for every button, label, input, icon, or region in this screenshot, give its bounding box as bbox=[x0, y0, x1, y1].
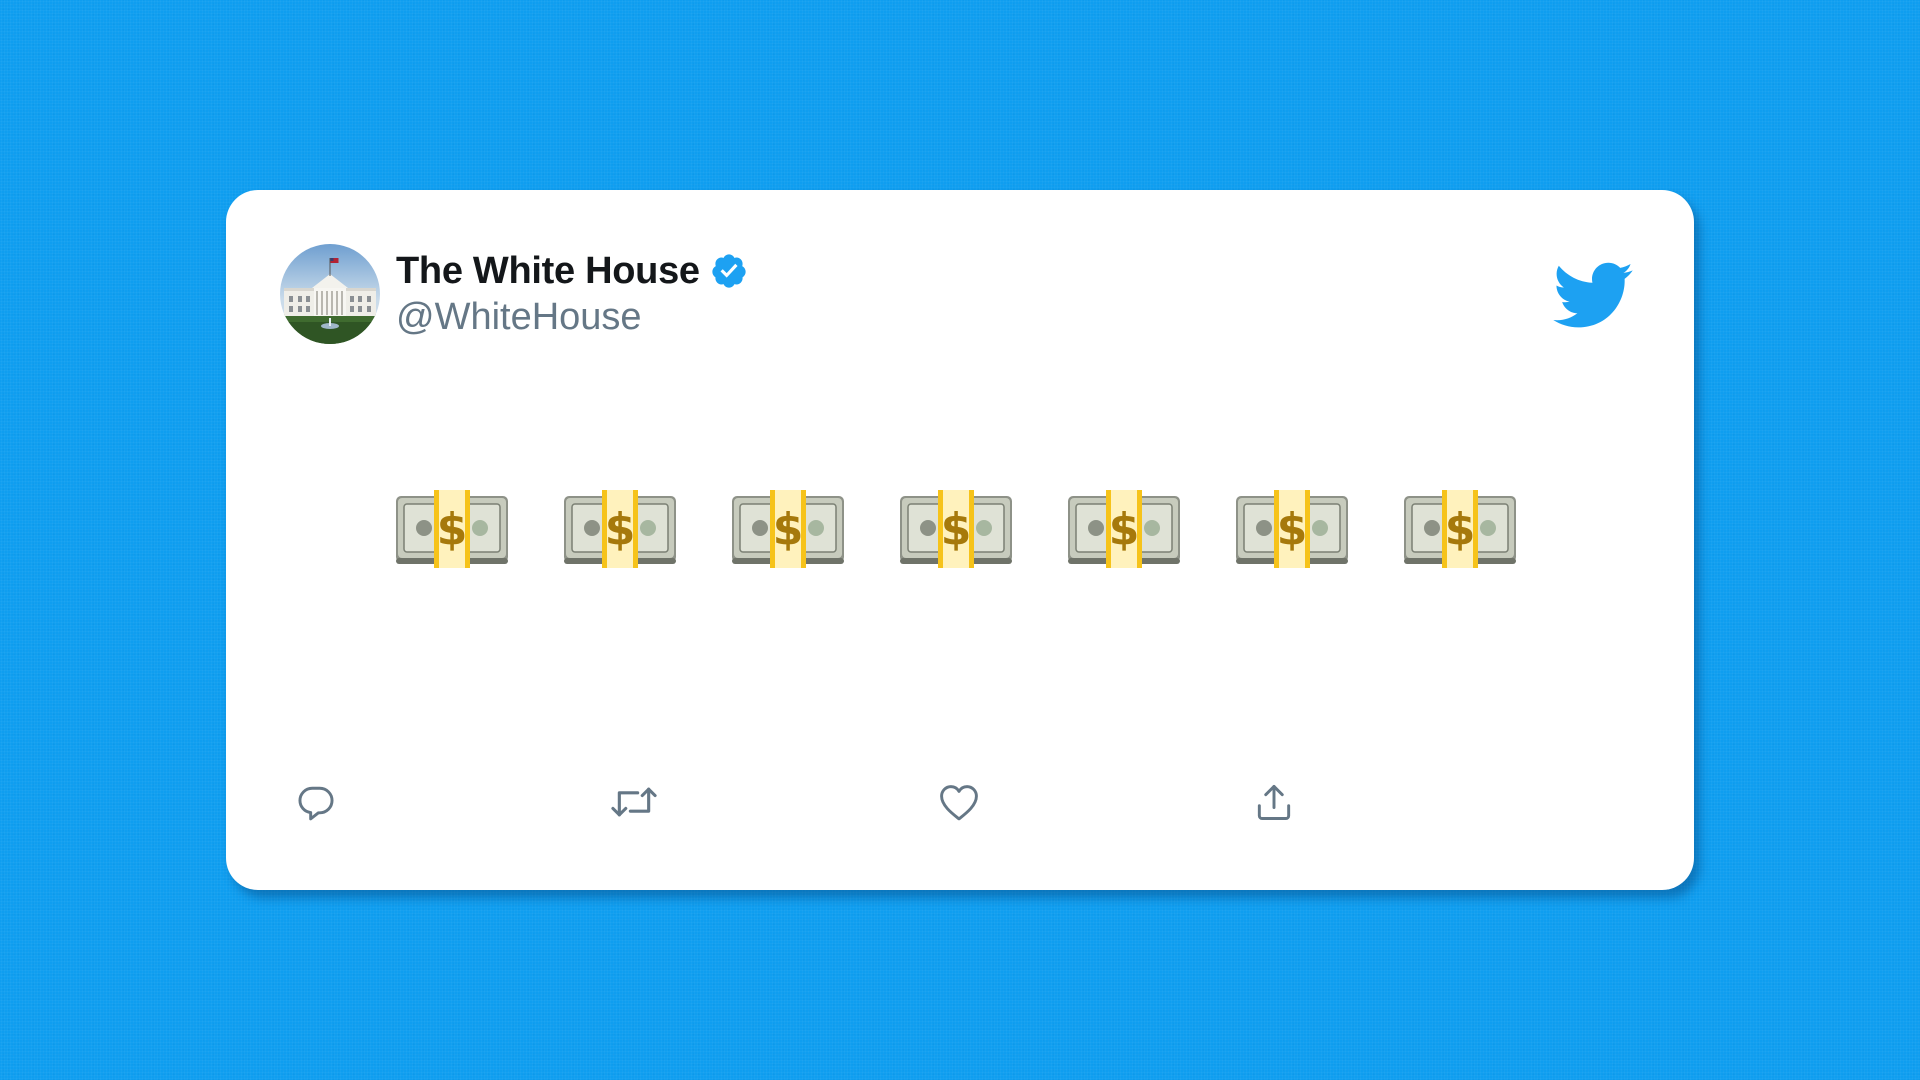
money-bag-emoji-icon: $ bbox=[396, 490, 508, 568]
name-row: The White House bbox=[396, 248, 748, 294]
white-house-photo bbox=[280, 244, 380, 344]
svg-text:$: $ bbox=[437, 504, 468, 555]
share-icon[interactable] bbox=[1252, 780, 1296, 824]
svg-text:$: $ bbox=[773, 504, 804, 555]
verified-badge-icon bbox=[710, 252, 748, 290]
tweet-text: $ $ $ $ $ $ $ bbox=[394, 490, 1518, 568]
tweet-actions bbox=[226, 780, 1694, 830]
display-name[interactable]: The White House bbox=[396, 250, 700, 293]
svg-text:$: $ bbox=[941, 504, 972, 555]
svg-text:$: $ bbox=[1109, 504, 1140, 555]
money-bag-emoji-icon: $ bbox=[732, 490, 844, 568]
tweet-card: The White House @WhiteHouse $ $ $ $ $ $ … bbox=[226, 190, 1694, 890]
money-bag-emoji-icon: $ bbox=[564, 490, 676, 568]
user-handle[interactable]: @WhiteHouse bbox=[396, 296, 642, 339]
like-icon[interactable] bbox=[936, 780, 980, 824]
money-bag-emoji-icon: $ bbox=[1068, 490, 1180, 568]
svg-text:$: $ bbox=[1277, 504, 1308, 555]
svg-text:$: $ bbox=[1445, 504, 1476, 555]
reply-icon[interactable] bbox=[294, 780, 338, 824]
money-bag-emoji-icon: $ bbox=[1236, 490, 1348, 568]
svg-text:$: $ bbox=[605, 504, 636, 555]
avatar[interactable] bbox=[280, 244, 380, 344]
money-bag-emoji-icon: $ bbox=[900, 490, 1012, 568]
twitter-bird-icon bbox=[1550, 260, 1634, 332]
retweet-icon[interactable] bbox=[608, 780, 657, 824]
money-bag-emoji-icon: $ bbox=[1404, 490, 1516, 568]
